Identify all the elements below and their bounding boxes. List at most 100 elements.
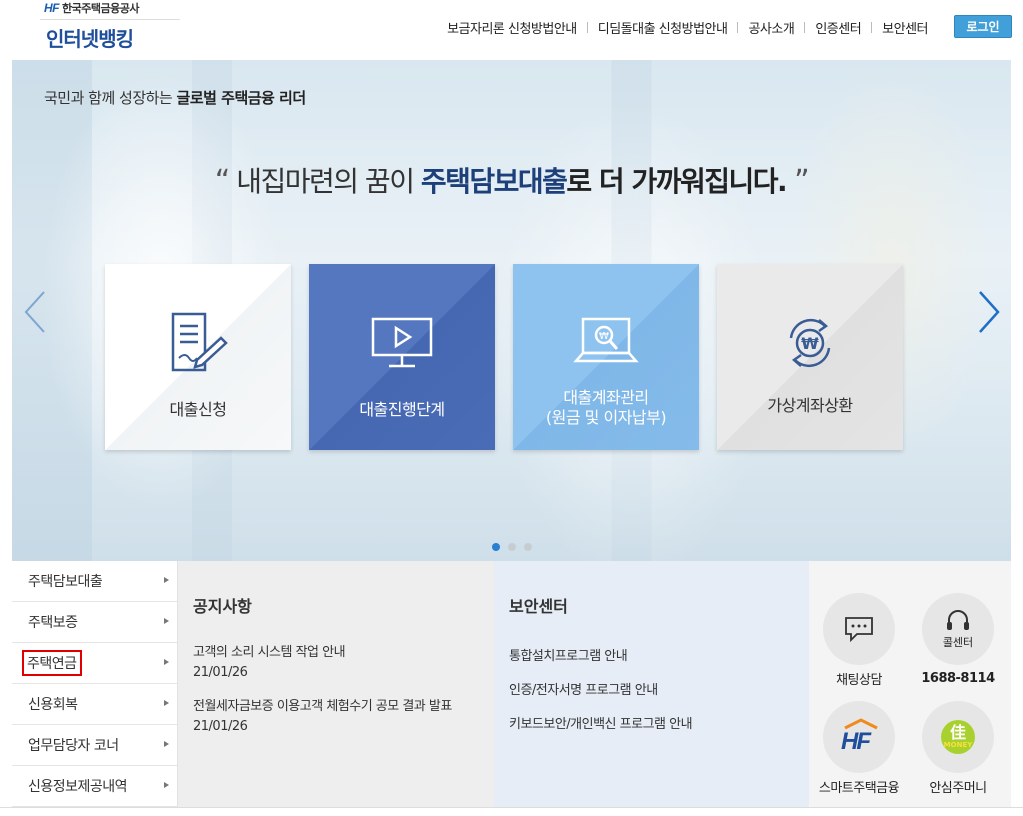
notice-item-title: 고객의 소리 시스템 작업 안내 xyxy=(193,645,346,660)
notice-item-date: 21/01/26 xyxy=(193,665,248,680)
quote-close: ” xyxy=(786,164,810,199)
chat-consult-label: 채팅상담 xyxy=(836,673,882,688)
next-slide-arrow-icon[interactable] xyxy=(974,288,1004,336)
hf-logo-icon: HF xyxy=(839,718,879,755)
side-menu-item-mortgage[interactable]: 주택담보대출 xyxy=(12,561,177,602)
quick-menu: 채팅상담 콜센터 1688-8114 HF 스마트주택금융 佳 MONEY 안심… xyxy=(809,561,1011,807)
money-logo-main: 佳 xyxy=(949,723,966,742)
monitor-play-icon xyxy=(367,312,437,374)
card-loan-application[interactable]: 대출신청 xyxy=(105,264,291,450)
caret-right-icon xyxy=(164,659,169,665)
side-menu-label: 신용정보제공내역 xyxy=(28,779,128,795)
login-button[interactable]: 로그인 xyxy=(954,15,1012,38)
nav-separator xyxy=(804,22,806,33)
notice-item[interactable]: 전월세자금보증 이용고객 체험수기 공모 결과 발표 21/01/26 xyxy=(193,697,452,737)
card-label: 대출신청 xyxy=(169,400,227,419)
side-menu-label: 업무담당자 코너 xyxy=(28,738,119,754)
card-label-line2: (원금 및 이자납부) xyxy=(545,408,667,427)
caret-right-icon xyxy=(164,741,169,747)
caret-right-icon xyxy=(164,700,169,706)
card-label-line1: 대출계좌관리 xyxy=(563,388,649,407)
side-menu-item-staff-corner[interactable]: 업무담당자 코너 xyxy=(12,725,177,766)
prev-slide-arrow-icon[interactable] xyxy=(20,288,50,336)
card-loan-progress[interactable]: 대출진행단계 xyxy=(309,264,495,450)
side-menu-label: 주택보증 xyxy=(28,615,78,631)
security-item[interactable]: 인증/전자서명 프로그램 안내 xyxy=(509,679,658,698)
card-loan-account[interactable]: ₩ 대출계좌관리 (원금 및 이자납부) xyxy=(513,264,699,450)
nav-link-bogeumjari[interactable]: 보금자리론 신청방법안내 xyxy=(447,18,577,37)
smart-housing-finance-button[interactable]: HF xyxy=(823,701,895,773)
nav-separator xyxy=(586,22,588,33)
call-center-number: 1688-8114 xyxy=(921,671,995,686)
laptop-won-search-icon: ₩ xyxy=(571,312,641,374)
call-center-icon-label: 콜센터 xyxy=(942,635,974,649)
nav-link-about[interactable]: 공사소개 xyxy=(748,18,794,37)
security-item[interactable]: 키보드보안/개인백신 프로그램 안내 xyxy=(509,713,693,732)
nav-separator xyxy=(871,22,873,33)
quote-post: 로 더 가까워집니다. xyxy=(566,165,787,198)
header: HF 한국주택금융공사 인터넷뱅킹 보금자리론 신청방법안내 디딤돌대출 신청방법… xyxy=(0,0,1023,60)
caret-right-icon xyxy=(164,618,169,624)
security-center-panel: 보안센터 통합설치프로그램 안내 인증/전자서명 프로그램 안내 키보드보안/개… xyxy=(494,561,809,807)
side-menu-label: 주택연금 xyxy=(22,650,82,676)
security-item[interactable]: 통합설치프로그램 안내 xyxy=(509,645,628,664)
hero-quote: “ 내집마련의 꿈이 주택담보대출로 더 가까워집니다. ” xyxy=(12,160,1011,200)
side-menu: 주택담보대출 주택보증 주택연금 신용회복 업무담당자 코너 신용정보제공내역 xyxy=(12,561,178,807)
slide-dot-1[interactable] xyxy=(492,543,500,551)
svg-text:₩: ₩ xyxy=(599,331,609,342)
footer-divider xyxy=(0,807,1023,816)
logo-org-name: 한국주택금융공사 xyxy=(62,2,139,15)
side-menu-item-housing-pension[interactable]: 주택연금 xyxy=(12,643,177,684)
tagline-bold: 글로벌 주택금융 리더 xyxy=(176,89,307,107)
ansim-pocket-label: 안심주머니 xyxy=(929,781,987,796)
quote-open: “ xyxy=(214,164,231,199)
caret-right-icon xyxy=(164,577,169,583)
hero-banner: 국민과 함께 성장하는 글로벌 주택금융 리더 “ 내집마련의 꿈이 주택담보대… xyxy=(12,60,1011,561)
logo-org: HF 한국주택금융공사 xyxy=(44,0,139,16)
document-pen-icon xyxy=(163,312,233,374)
headset-icon xyxy=(947,609,969,630)
side-menu-item-credit-recovery[interactable]: 신용회복 xyxy=(12,684,177,725)
slide-dot-3[interactable] xyxy=(524,543,532,551)
logo-divider xyxy=(40,19,180,20)
notice-title[interactable]: 공지사항 xyxy=(193,593,252,617)
card-label: 대출계좌관리 (원금 및 이자납부) xyxy=(545,388,667,428)
notice-item-date: 21/01/26 xyxy=(193,719,248,734)
nav-link-security-center[interactable]: 보안센터 xyxy=(882,18,928,37)
quote-highlight: 주택담보대출 xyxy=(420,165,568,198)
smart-housing-finance-label: 스마트주택금융 xyxy=(818,781,900,796)
card-label: 가상계좌상환 xyxy=(767,396,853,415)
tagline-plain: 국민과 함께 성장하는 xyxy=(44,89,177,107)
notice-item-title: 전월세자금보증 이용고객 체험수기 공모 결과 발표 xyxy=(193,699,452,714)
ansim-pocket-button[interactable]: 佳 MONEY xyxy=(922,701,994,773)
won-refresh-icon: ₩ xyxy=(775,312,845,374)
side-menu-label: 주택담보대출 xyxy=(28,574,103,590)
quote-pre: 내집마련의 꿈이 xyxy=(228,165,421,198)
money-logo-sub: MONEY xyxy=(943,741,973,749)
card-label: 대출진행단계 xyxy=(359,400,445,419)
slide-pagination xyxy=(492,543,532,551)
side-menu-label: 신용회복 xyxy=(28,697,78,713)
hf-logo-mark: HF xyxy=(44,1,60,15)
card-virtual-account-repayment[interactable]: ₩ 가상계좌상환 xyxy=(717,264,903,450)
slide-dot-2[interactable] xyxy=(508,543,516,551)
logo[interactable]: HF 한국주택금융공사 인터넷뱅킹 xyxy=(40,0,180,56)
notice-panel: 공지사항 고객의 소리 시스템 작업 안내 21/01/26 전월세자금보증 이… xyxy=(178,561,494,807)
call-center-button[interactable]: 콜센터 xyxy=(922,593,994,665)
chat-consult-button[interactable] xyxy=(823,593,895,665)
security-title[interactable]: 보안센터 xyxy=(509,593,568,617)
caret-right-icon xyxy=(164,782,169,788)
side-menu-item-housing-guarantee[interactable]: 주택보증 xyxy=(12,602,177,643)
hero-tagline: 국민과 함께 성장하는 글로벌 주택금융 리더 xyxy=(44,87,306,108)
nav-link-cert-center[interactable]: 인증센터 xyxy=(815,18,861,37)
chat-bubble-icon xyxy=(845,617,873,643)
top-nav: 보금자리론 신청방법안내 디딤돌대출 신청방법안내 공사소개 인증센터 보안센터 xyxy=(447,18,928,37)
notice-item[interactable]: 고객의 소리 시스템 작업 안내 21/01/26 xyxy=(193,643,346,683)
hf-logo-text: HF xyxy=(841,728,871,755)
svg-text:₩: ₩ xyxy=(801,334,819,353)
nav-separator xyxy=(737,22,739,33)
nav-link-didimdol[interactable]: 디딤돌대출 신청방법안내 xyxy=(598,18,728,37)
logo-title: 인터넷뱅킹 xyxy=(46,27,134,51)
money-logo-icon: 佳 MONEY xyxy=(941,720,975,754)
side-menu-item-credit-info[interactable]: 신용정보제공내역 xyxy=(12,766,177,807)
